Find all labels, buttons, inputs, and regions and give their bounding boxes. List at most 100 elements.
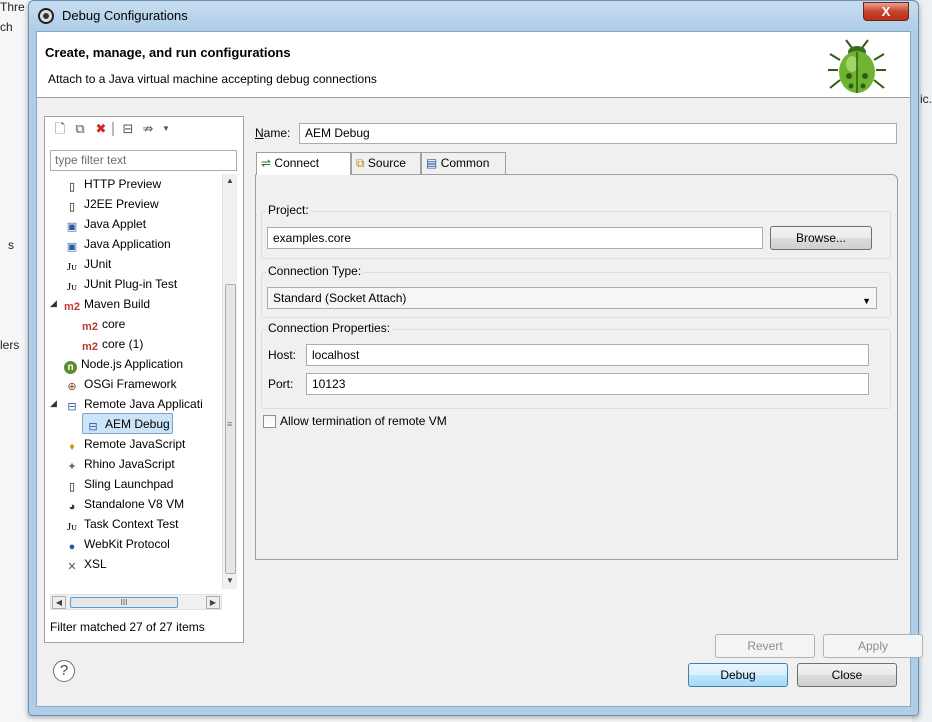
scroll-right-icon[interactable]: ▶ bbox=[206, 596, 220, 609]
tab-source[interactable]: ⧉ Source bbox=[351, 152, 421, 174]
banner-title: Create, manage, and run configurations bbox=[45, 45, 291, 60]
background-text: ch bbox=[0, 20, 13, 34]
new-configuration-icon[interactable]: 🗋 bbox=[53, 122, 67, 136]
port-label: Port: bbox=[268, 377, 294, 391]
revert-button[interactable]: Revert bbox=[715, 634, 815, 658]
tree-item-nodejs-application[interactable]: n Node.js Application bbox=[64, 354, 183, 374]
xsl-icon: ✕ bbox=[67, 561, 77, 573]
tree-item-xsl[interactable]: ✕ XSL bbox=[64, 554, 106, 574]
tree-item-http-preview[interactable]: ▯ HTTP Preview bbox=[64, 174, 161, 194]
junit-icon: Jᴜ bbox=[66, 261, 78, 273]
tree-item-j2ee-preview[interactable]: ▯ J2EE Preview bbox=[64, 194, 159, 214]
project-group-label: Project: bbox=[266, 203, 311, 217]
bug-icon bbox=[828, 39, 886, 93]
debug-configurations-dialog: Debug Configurations X Create, manage, a… bbox=[28, 0, 923, 716]
close-window-button[interactable]: X bbox=[863, 2, 909, 21]
close-button[interactable]: Close bbox=[797, 663, 897, 687]
applet-icon: ▣ bbox=[66, 221, 78, 233]
connect-icon: ⇌ bbox=[261, 156, 272, 170]
host-field[interactable]: localhost bbox=[306, 344, 869, 366]
apply-button[interactable]: Apply bbox=[823, 634, 923, 658]
source-icon: ⧉ bbox=[356, 156, 365, 170]
window-title: Debug Configurations bbox=[62, 8, 188, 23]
configuration-list-panel: 🗋 ⧉ ✖ ⊟ ⇏ ▼ type filter text ▯ HTTP Previ… bbox=[44, 116, 244, 643]
eclipse-icon bbox=[38, 8, 54, 24]
allow-termination-label[interactable]: Allow termination of remote VM bbox=[280, 414, 447, 428]
project-field[interactable]: examples.core bbox=[267, 227, 763, 249]
tree-item-standalone-v8-vm[interactable]: ◕ Standalone V8 VM bbox=[64, 494, 184, 514]
tree-item-webkit-protocol[interactable]: ● WebKit Protocol bbox=[64, 534, 170, 554]
tree-item-core-1[interactable]: m2 core (1) bbox=[82, 334, 143, 354]
tree-item-remote-javascript[interactable]: ♦ Remote JavaScript bbox=[64, 434, 185, 454]
chevron-down-icon: ▼ bbox=[862, 296, 871, 306]
tree-item-rhino-javascript[interactable]: ✦ Rhino JavaScript bbox=[64, 454, 174, 474]
filter-status: Filter matched 27 of 27 items bbox=[50, 620, 205, 634]
name-field[interactable]: AEM Debug bbox=[299, 123, 897, 144]
document-icon: ▯ bbox=[68, 201, 76, 213]
configuration-editor: Name: AEM Debug ⇌ Connect ⧉ Source ▤ Com… bbox=[253, 116, 923, 658]
maven-icon: m2 bbox=[82, 321, 98, 333]
collapse-all-icon[interactable]: ⊟ bbox=[121, 122, 135, 136]
port-field[interactable]: 10123 bbox=[306, 373, 869, 395]
collapse-arrow-icon[interactable]: ◢ bbox=[50, 398, 57, 409]
collapse-arrow-icon[interactable]: ◢ bbox=[50, 298, 57, 309]
filter-input[interactable]: type filter text bbox=[50, 150, 237, 171]
scrollbar-thumb[interactable] bbox=[225, 284, 236, 574]
junit-plugin-icon: Jᴜ bbox=[66, 281, 78, 293]
tree-item-remote-java-application[interactable]: ⊟ Remote Java Applicati bbox=[64, 394, 202, 414]
connection-type-select[interactable]: Standard (Socket Attach) ▼ bbox=[267, 287, 877, 309]
tree-item-java-applet[interactable]: ▣ Java Applet bbox=[64, 214, 146, 234]
background-text: Thre bbox=[0, 0, 25, 14]
title-bar[interactable]: Debug Configurations X bbox=[29, 1, 918, 31]
connection-properties-label: Connection Properties: bbox=[266, 321, 393, 335]
name-label: Name: bbox=[255, 126, 291, 140]
config-toolbar: 🗋 ⧉ ✖ ⊟ ⇏ ▼ bbox=[45, 117, 243, 141]
remote-java-icon: ⊟ bbox=[67, 401, 77, 413]
help-icon[interactable]: ? bbox=[53, 660, 75, 682]
horizontal-scrollbar[interactable]: ◀ III ▶ bbox=[50, 594, 222, 610]
filter-icon[interactable]: ⇏ bbox=[141, 122, 155, 136]
host-label: Host: bbox=[268, 348, 297, 362]
common-icon: ▤ bbox=[426, 156, 438, 170]
duplicate-icon[interactable]: ⧉ bbox=[73, 122, 87, 136]
tab-connect[interactable]: ⇌ Connect bbox=[256, 152, 351, 175]
nodejs-icon: n bbox=[64, 361, 77, 374]
tree-item-java-application[interactable]: ▣ Java Application bbox=[64, 234, 171, 254]
vertical-scrollbar[interactable]: ▲ ▼ bbox=[222, 174, 237, 589]
tab-common[interactable]: ▤ Common bbox=[421, 152, 506, 174]
title-area: Create, manage, and run configurations A… bbox=[37, 32, 910, 98]
maven-icon: m2 bbox=[82, 341, 98, 353]
task-icon: Jᴜ bbox=[66, 521, 78, 533]
browse-button[interactable]: Browse... bbox=[770, 226, 872, 250]
background-text: lers bbox=[0, 338, 20, 352]
rhino-icon: ✦ bbox=[67, 461, 77, 473]
v8-icon: ◕ bbox=[68, 501, 76, 513]
background-text: s bbox=[8, 238, 14, 252]
remote-js-icon: ♦ bbox=[69, 441, 75, 453]
scrollbar-thumb[interactable]: III bbox=[70, 597, 178, 608]
remote-java-icon: ⊟ bbox=[88, 421, 98, 433]
connect-tab-panel: Project: examples.core Browse... Connect… bbox=[255, 174, 898, 560]
tree-item-task-context-test[interactable]: Jᴜ Task Context Test bbox=[64, 514, 179, 534]
tree-item-aem-debug[interactable]: ⊟ AEM Debug bbox=[82, 413, 173, 434]
document-icon: ▯ bbox=[68, 181, 76, 193]
java-app-icon: ▣ bbox=[66, 241, 78, 253]
tree-item-sling-launchpad[interactable]: ▯ Sling Launchpad bbox=[64, 474, 173, 494]
debug-button[interactable]: Debug bbox=[688, 663, 788, 687]
banner-subtitle: Attach to a Java virtual machine accepti… bbox=[48, 72, 377, 86]
tree-item-osgi-framework[interactable]: ⊕ OSGi Framework bbox=[64, 374, 176, 394]
background-text: ic. bbox=[920, 92, 932, 106]
tree-item-maven-build[interactable]: m2 Maven Build bbox=[64, 294, 150, 314]
maven-icon: m2 bbox=[64, 301, 80, 313]
scroll-down-icon[interactable]: ▼ bbox=[226, 576, 234, 585]
delete-icon[interactable]: ✖ bbox=[94, 122, 108, 136]
scroll-left-icon[interactable]: ◀ bbox=[52, 596, 66, 609]
tree-item-core[interactable]: m2 core bbox=[82, 314, 125, 334]
tree-item-junit[interactable]: Jᴜ JUnit bbox=[64, 254, 111, 274]
chevron-down-icon[interactable]: ▼ bbox=[159, 122, 173, 136]
scroll-up-icon[interactable]: ▲ bbox=[226, 176, 234, 185]
document-icon: ▯ bbox=[68, 481, 76, 493]
allow-termination-checkbox[interactable] bbox=[263, 415, 276, 428]
tree-item-junit-plugin-test[interactable]: Jᴜ JUnit Plug-in Test bbox=[64, 274, 177, 294]
configuration-tree: ▯ HTTP Preview ▯ J2EE Preview ▣ Java Applet… bbox=[50, 174, 240, 589]
